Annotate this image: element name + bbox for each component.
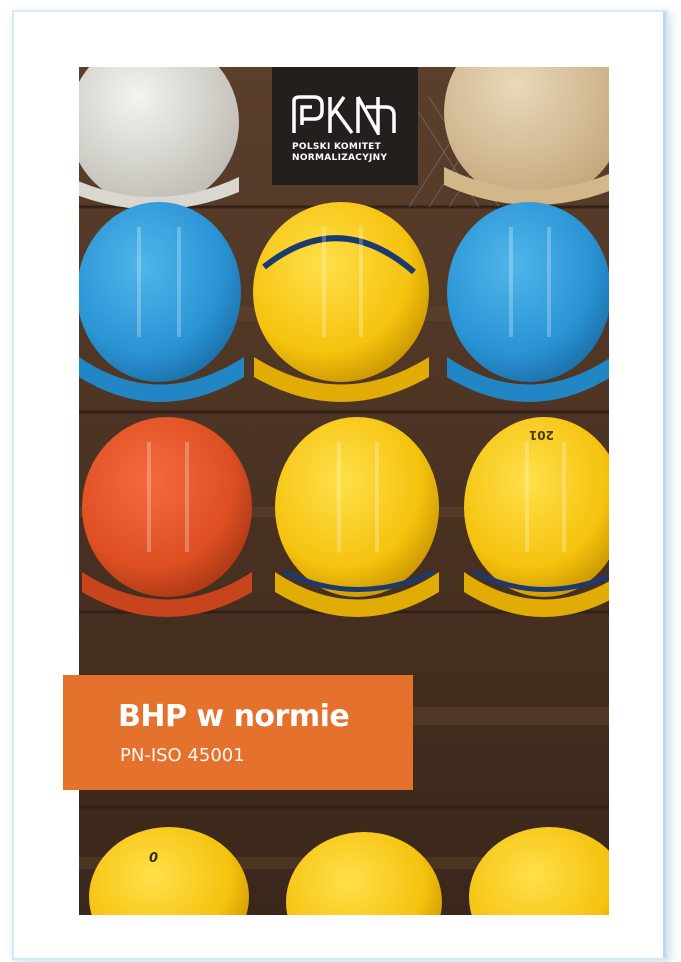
cover-subtitle: PN-ISO 45001 bbox=[120, 745, 245, 766]
logo-organization-name: POLSKI KOMITET NORMALIZACYJNY bbox=[292, 142, 402, 164]
pkn-logo: POLSKI KOMITET NORMALIZACYJNY bbox=[272, 67, 418, 185]
logo-line-2: NORMALIZACYJNY bbox=[292, 153, 388, 163]
cover-title: BHP w normie bbox=[118, 699, 350, 734]
logo-line-1: POLSKI KOMITET bbox=[292, 142, 382, 152]
title-banner: BHP w normie PN-ISO 45001 bbox=[63, 675, 413, 790]
pkn-wordmark-icon bbox=[292, 95, 396, 135]
helmet-marking-201: 201 bbox=[529, 428, 554, 442]
helmet-marking-0: 0 bbox=[149, 851, 158, 866]
